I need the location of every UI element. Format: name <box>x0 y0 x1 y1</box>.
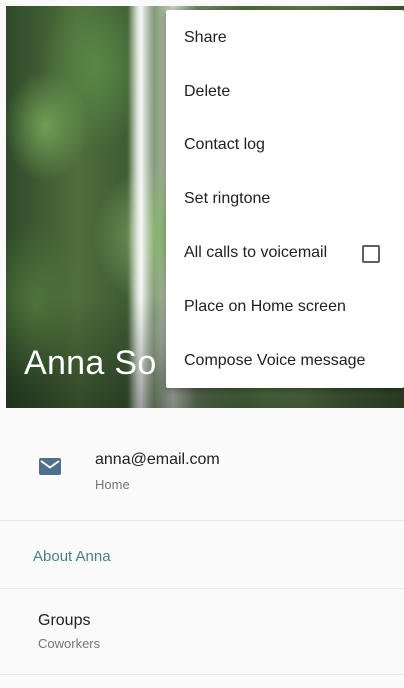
menu-item-delete[interactable]: Delete <box>166 65 404 119</box>
contact-details-screen: Anna So Share Delete Contact log Set rin… <box>0 0 404 688</box>
email-type: Home <box>95 477 130 492</box>
menu-item-place-on-home-screen[interactable]: Place on Home screen <box>166 280 404 334</box>
menu-item-label: Compose Voice message <box>184 351 366 369</box>
section-divider <box>0 588 404 589</box>
menu-item-label: Place on Home screen <box>184 297 346 315</box>
groups-label: Groups <box>38 612 91 629</box>
menu-item-label: Set ringtone <box>184 190 271 208</box>
section-divider <box>0 674 404 675</box>
overflow-menu: Share Delete Contact log Set ringtone Al… <box>166 10 404 388</box>
menu-item-label: Contact log <box>184 136 265 154</box>
menu-item-label: Share <box>184 28 227 46</box>
menu-item-label: Delete <box>184 82 231 100</box>
menu-item-share[interactable]: Share <box>166 11 404 65</box>
email-row[interactable]: anna@email.com Home <box>0 446 404 496</box>
groups-value: Coworkers <box>38 636 101 651</box>
about-section-heading: About Anna <box>33 548 111 565</box>
menu-item-label: All calls to voicemail <box>184 244 328 262</box>
email-icon <box>39 458 61 475</box>
menu-item-contact-log[interactable]: Contact log <box>166 119 404 173</box>
menu-item-all-calls-to-voicemail[interactable]: All calls to voicemail <box>166 226 404 280</box>
voicemail-checkbox[interactable] <box>362 245 380 264</box>
contact-details-list: anna@email.com Home About Anna Groups Co… <box>0 408 404 688</box>
email-address: anna@email.com <box>95 451 220 468</box>
contact-name: Anna So <box>24 344 157 382</box>
menu-item-set-ringtone[interactable]: Set ringtone <box>166 172 404 226</box>
menu-item-compose-voice-message[interactable]: Compose Voice message <box>166 334 404 388</box>
section-divider <box>0 520 404 521</box>
